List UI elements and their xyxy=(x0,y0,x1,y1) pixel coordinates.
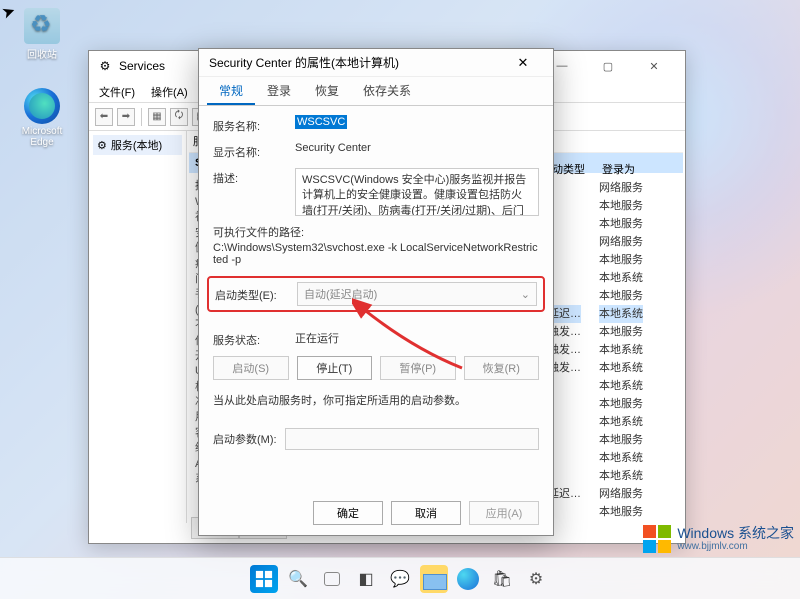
chevron-down-icon: ⌄ xyxy=(521,288,530,301)
start-button: 启动(S) xyxy=(213,356,289,380)
column-logon-values: 网络服务本地服务本地服务网络服务本地服务本地系统本地服务本地系统本地服务本地系统… xyxy=(599,179,643,521)
tool-back-icon[interactable]: ⬅ xyxy=(95,108,113,126)
edge-icon xyxy=(24,88,60,124)
tool-refresh-icon[interactable]: 🗘 xyxy=(170,108,188,126)
taskbar-edge[interactable] xyxy=(454,565,482,593)
display-name-value: Security Center xyxy=(295,142,539,154)
start-button[interactable] xyxy=(250,565,278,593)
close-button[interactable]: ✕ xyxy=(631,51,677,81)
taskbar: 🔍 ◧ 💬 🛍 ⚙ xyxy=(0,557,800,599)
taskbar-search[interactable]: 🔍 xyxy=(284,565,312,593)
exe-path-label: 可执行文件的路径: xyxy=(213,224,539,240)
taskbar-services[interactable]: ⚙ xyxy=(522,565,550,593)
gear-icon: ⚙ xyxy=(97,139,107,152)
desktop-icon-edge[interactable]: Microsoft Edge xyxy=(12,88,72,148)
services-app-icon: ⚙ xyxy=(97,58,113,74)
taskbar-explorer[interactable] xyxy=(420,565,448,593)
tab-logon[interactable]: 登录 xyxy=(255,77,303,105)
windows-icon xyxy=(255,570,273,588)
desktop-icon-recycle-bin[interactable]: 回收站 xyxy=(12,8,72,61)
windows-logo-icon xyxy=(643,525,671,553)
pause-button: 暂停(P) xyxy=(380,356,456,380)
dialog-title: Security Center 的属性(本地计算机) xyxy=(209,54,399,71)
startup-type-label: 启动类型(E): xyxy=(215,285,297,303)
search-icon: 🔍 xyxy=(288,569,308,589)
startup-hint: 当从此处启动服务时，你可指定所适用的启动参数。 xyxy=(213,392,539,408)
display-name-label: 显示名称: xyxy=(213,142,295,160)
service-name-value[interactable]: WSCSVC xyxy=(295,115,347,129)
tab-dependencies[interactable]: 依存关系 xyxy=(351,77,423,105)
dialog-close-button[interactable]: ✕ xyxy=(503,50,543,76)
description-label: 描述: xyxy=(213,168,295,186)
apply-button[interactable]: 应用(A) xyxy=(469,501,539,525)
tab-recovery[interactable]: 恢复 xyxy=(303,77,351,105)
services-tree-pane: ⚙ 服务(本地) xyxy=(89,131,187,523)
dialog-tabs: 常规 登录 恢复 依存关系 xyxy=(199,77,553,106)
tool-grid-icon[interactable]: ▦ xyxy=(148,108,166,126)
edge-label: Microsoft Edge xyxy=(12,126,72,148)
cancel-button[interactable]: 取消 xyxy=(391,501,461,525)
taskview-icon xyxy=(324,572,340,586)
service-name-label: 服务名称: xyxy=(213,116,295,134)
ok-button[interactable]: 确定 xyxy=(313,501,383,525)
chat-icon: 💬 xyxy=(390,569,410,589)
resume-button: 恢复(R) xyxy=(464,356,540,380)
widgets-icon: ◧ xyxy=(358,569,373,589)
recycle-bin-label: 回收站 xyxy=(12,46,72,61)
service-status-label: 服务状态: xyxy=(213,330,295,348)
exe-path-value: C:\Windows\System32\svchost.exe -k Local… xyxy=(213,240,539,266)
taskbar-widgets[interactable]: ◧ xyxy=(352,565,380,593)
menu-file[interactable]: 文件(F) xyxy=(93,82,141,102)
maximize-button[interactable]: ▢ xyxy=(585,51,631,81)
tab-general[interactable]: 常规 xyxy=(207,77,255,105)
menu-action[interactable]: 操作(A) xyxy=(145,82,194,102)
startup-type-highlight: 启动类型(E): 自动(延迟启动) ⌄ xyxy=(207,276,545,312)
service-status-value: 正在运行 xyxy=(295,330,539,346)
description-textbox[interactable]: WSCSVC(Windows 安全中心)服务监视并报告计算机上的安全健康设置。健… xyxy=(295,168,539,216)
watermark-text: Windows 系统之家 xyxy=(677,526,794,541)
services-title: Services xyxy=(119,59,165,73)
start-params-label: 启动参数(M): xyxy=(213,431,277,447)
gear-icon: ⚙ xyxy=(529,569,543,589)
taskbar-store[interactable]: 🛍 xyxy=(488,565,516,593)
dialog-titlebar[interactable]: Security Center 的属性(本地计算机) ✕ xyxy=(199,49,553,77)
startup-type-value: 自动(延迟启动) xyxy=(304,286,377,302)
startup-type-dropdown[interactable]: 自动(延迟启动) ⌄ xyxy=(297,282,537,306)
store-icon: 🛍 xyxy=(492,569,512,589)
watermark-url: www.bjjmlv.com xyxy=(677,541,794,552)
edge-icon xyxy=(457,568,479,590)
taskbar-chat[interactable]: 💬 xyxy=(386,565,414,593)
stop-button[interactable]: 停止(T) xyxy=(297,356,373,380)
service-properties-dialog: Security Center 的属性(本地计算机) ✕ 常规 登录 恢复 依存… xyxy=(198,48,554,536)
tree-node-services-local[interactable]: ⚙ 服务(本地) xyxy=(93,135,182,155)
recycle-bin-icon xyxy=(24,8,60,44)
watermark: Windows 系统之家 www.bjjmlv.com xyxy=(643,525,794,553)
start-params-input xyxy=(285,428,539,450)
tool-forward-icon[interactable]: ➡ xyxy=(117,108,135,126)
column-header-logon[interactable]: 登录为 xyxy=(602,161,635,177)
taskbar-taskview[interactable] xyxy=(318,565,346,593)
